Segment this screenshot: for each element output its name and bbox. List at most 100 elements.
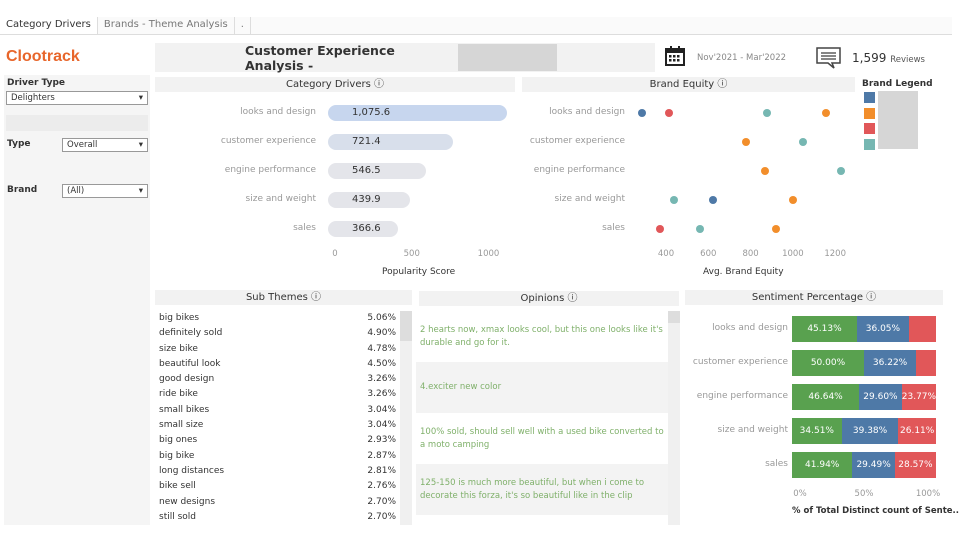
legend-swatch[interactable]	[864, 107, 875, 119]
redacted-legend-labels	[878, 91, 918, 149]
driver-type-select[interactable]: Delighters ▾	[6, 91, 148, 105]
sentiment-segment[interactable]: 26.11%	[898, 418, 936, 444]
brand-equity-category-label: engine performance	[533, 165, 625, 175]
brand-equity-point[interactable]	[708, 196, 717, 204]
opinion-item[interactable]: 100% sold, should sell well with a used …	[416, 413, 668, 464]
brand-equity-point[interactable]	[837, 167, 846, 175]
tab-category-drivers[interactable]: Category Drivers	[0, 17, 98, 34]
brand-equity-point[interactable]	[656, 225, 665, 233]
sentiment-category-label: customer experience	[692, 357, 788, 367]
sentiment-segment[interactable]: 34.51%	[792, 418, 842, 444]
sub-theme-row[interactable]: size bike 4.78%	[155, 342, 400, 357]
sub-theme-row[interactable]: big bike 2.87%	[155, 449, 400, 464]
brand-equity-point[interactable]	[741, 138, 750, 146]
legend-swatch[interactable]	[864, 123, 875, 134]
sub-theme-row[interactable]: big ones 2.93%	[155, 433, 400, 448]
legend-swatch[interactable]	[864, 92, 875, 103]
type-select[interactable]: Overall ▾	[62, 138, 148, 152]
brand-equity-header: Brand Equity ⓘ	[522, 77, 855, 92]
sub-theme-name: big ones	[159, 435, 198, 446]
sentiment-bar: 50.00% 36.22%	[792, 350, 936, 376]
opinion-item[interactable]: 2 hearts now, xmax looks cool, but this …	[416, 311, 668, 362]
brand-equity-point[interactable]	[761, 167, 770, 175]
sub-theme-row[interactable]: new designs 2.70%	[155, 495, 400, 510]
sentiment-segment[interactable]: 45.13%	[792, 316, 857, 342]
opinion-item[interactable]: 4.exciter new color	[416, 362, 668, 413]
sub-theme-pct: 4.90%	[367, 328, 396, 339]
category-bar[interactable]: 721.4	[328, 134, 453, 150]
sub-theme-pct: 3.04%	[367, 404, 396, 415]
sub-theme-row[interactable]: big bikes 5.06%	[155, 311, 400, 326]
opinions-list: 2 hearts now, xmax looks cool, but this …	[416, 311, 668, 525]
opinion-item[interactable]: 125-150 is much more beautiful, but when…	[416, 464, 668, 515]
x-tick-label: 1000	[477, 249, 500, 259]
opinion-item-partial	[416, 515, 668, 525]
sub-theme-row[interactable]: definitely sold 4.90%	[155, 326, 400, 341]
driver-type-value: Delighters	[11, 93, 55, 103]
brand-equity-point[interactable]	[788, 196, 797, 204]
sub-theme-row[interactable]: long distances 2.81%	[155, 464, 400, 479]
review-count: 1,599 Reviews	[852, 51, 925, 65]
caret-down-icon: ▾	[138, 186, 143, 196]
filter-panel: Driver Type Delighters ▾ Type Overall ▾ Br…	[4, 75, 150, 525]
sub-theme-row[interactable]: good design 3.26%	[155, 372, 400, 387]
caret-down-icon: ▾	[138, 93, 143, 103]
x-tick-label: 0	[332, 249, 338, 259]
sentiment-bar: 34.51% 39.38% 26.11%	[792, 418, 936, 444]
brand-equity-point[interactable]	[695, 225, 704, 233]
sentiment-segment[interactable]: 50.00%	[792, 350, 864, 376]
category-bar[interactable]: 366.6	[328, 221, 399, 237]
sentiment-segment[interactable]: 39.38%	[841, 418, 899, 444]
sentiment-segment[interactable]: 36.22%	[864, 350, 917, 376]
sentiment-segment[interactable]	[908, 316, 936, 342]
sub-theme-row[interactable]: still sold 2.70%	[155, 510, 400, 525]
brand-equity-point[interactable]	[799, 138, 808, 146]
sentiment-segment[interactable]: 29.60%	[859, 384, 902, 410]
logo: Clootrack	[6, 48, 80, 65]
speech-bubble-icon	[815, 46, 843, 70]
sentiment-segment[interactable]: 46.64%	[792, 384, 860, 410]
sentiment-segment[interactable]: 29.49%	[852, 452, 895, 478]
sentiment-header: Sentiment Percentage ⓘ	[685, 290, 943, 305]
brand-equity-category-label: looks and design	[549, 107, 625, 117]
brand-equity-category-label: sales	[602, 223, 625, 233]
sentiment-bar: 41.94% 29.49% 28.57%	[792, 452, 936, 478]
category-bar[interactable]: 546.5	[328, 163, 426, 179]
redacted-brand	[457, 44, 558, 71]
brand-equity-point[interactable]	[771, 225, 780, 233]
sentiment-segment[interactable]	[916, 350, 936, 376]
driver-type-label: Driver Type	[7, 78, 66, 88]
brand-equity-point[interactable]	[665, 109, 674, 117]
sentiment-segment[interactable]: 23.77%	[901, 384, 936, 410]
brand-equity-point[interactable]	[638, 109, 647, 117]
brand-equity-point[interactable]	[762, 109, 771, 117]
sub-theme-row[interactable]: small bikes 3.04%	[155, 403, 400, 418]
sentiment-bar: 46.64% 29.60% 23.77%	[792, 384, 936, 410]
category-label: sales	[293, 223, 316, 233]
sub-theme-row[interactable]: small size 3.04%	[155, 418, 400, 433]
sentiment-segment[interactable]: 28.57%	[894, 452, 936, 478]
sub-themes-scrollbar[interactable]	[400, 311, 412, 525]
brand-select[interactable]: (All) ▾	[62, 184, 148, 198]
sentiment-segment[interactable]: 41.94%	[792, 452, 853, 478]
tab-extra[interactable]: .	[235, 17, 251, 34]
category-label: size and weight	[245, 194, 316, 204]
sub-theme-pct: 5.06%	[367, 313, 396, 323]
legend-swatch[interactable]	[864, 138, 875, 150]
category-label: customer experience	[220, 136, 316, 146]
sub-theme-pct: 3.26%	[367, 389, 396, 400]
brand-equity-point[interactable]	[821, 109, 830, 117]
category-bar[interactable]: 439.9	[328, 192, 410, 208]
tab-brands-theme-analysis[interactable]: Brands - Theme Analysis	[98, 17, 235, 34]
brand-equity-point[interactable]	[670, 196, 679, 204]
sub-theme-name: ride bike	[159, 389, 198, 400]
sub-theme-name: long distances	[159, 465, 225, 476]
sentiment-category-label: size and weight	[717, 425, 788, 435]
date-range: Nov'2021 - Mar'2022	[697, 53, 787, 63]
sentiment-segment[interactable]: 36.05%	[856, 316, 909, 342]
opinions-scrollbar[interactable]	[668, 311, 680, 525]
sub-theme-row[interactable]: bike sell 2.76%	[155, 479, 400, 494]
sub-theme-row[interactable]: beautiful look 4.50%	[155, 357, 400, 372]
caret-down-icon: ▾	[138, 140, 143, 150]
sub-theme-row[interactable]: ride bike 3.26%	[155, 387, 400, 402]
